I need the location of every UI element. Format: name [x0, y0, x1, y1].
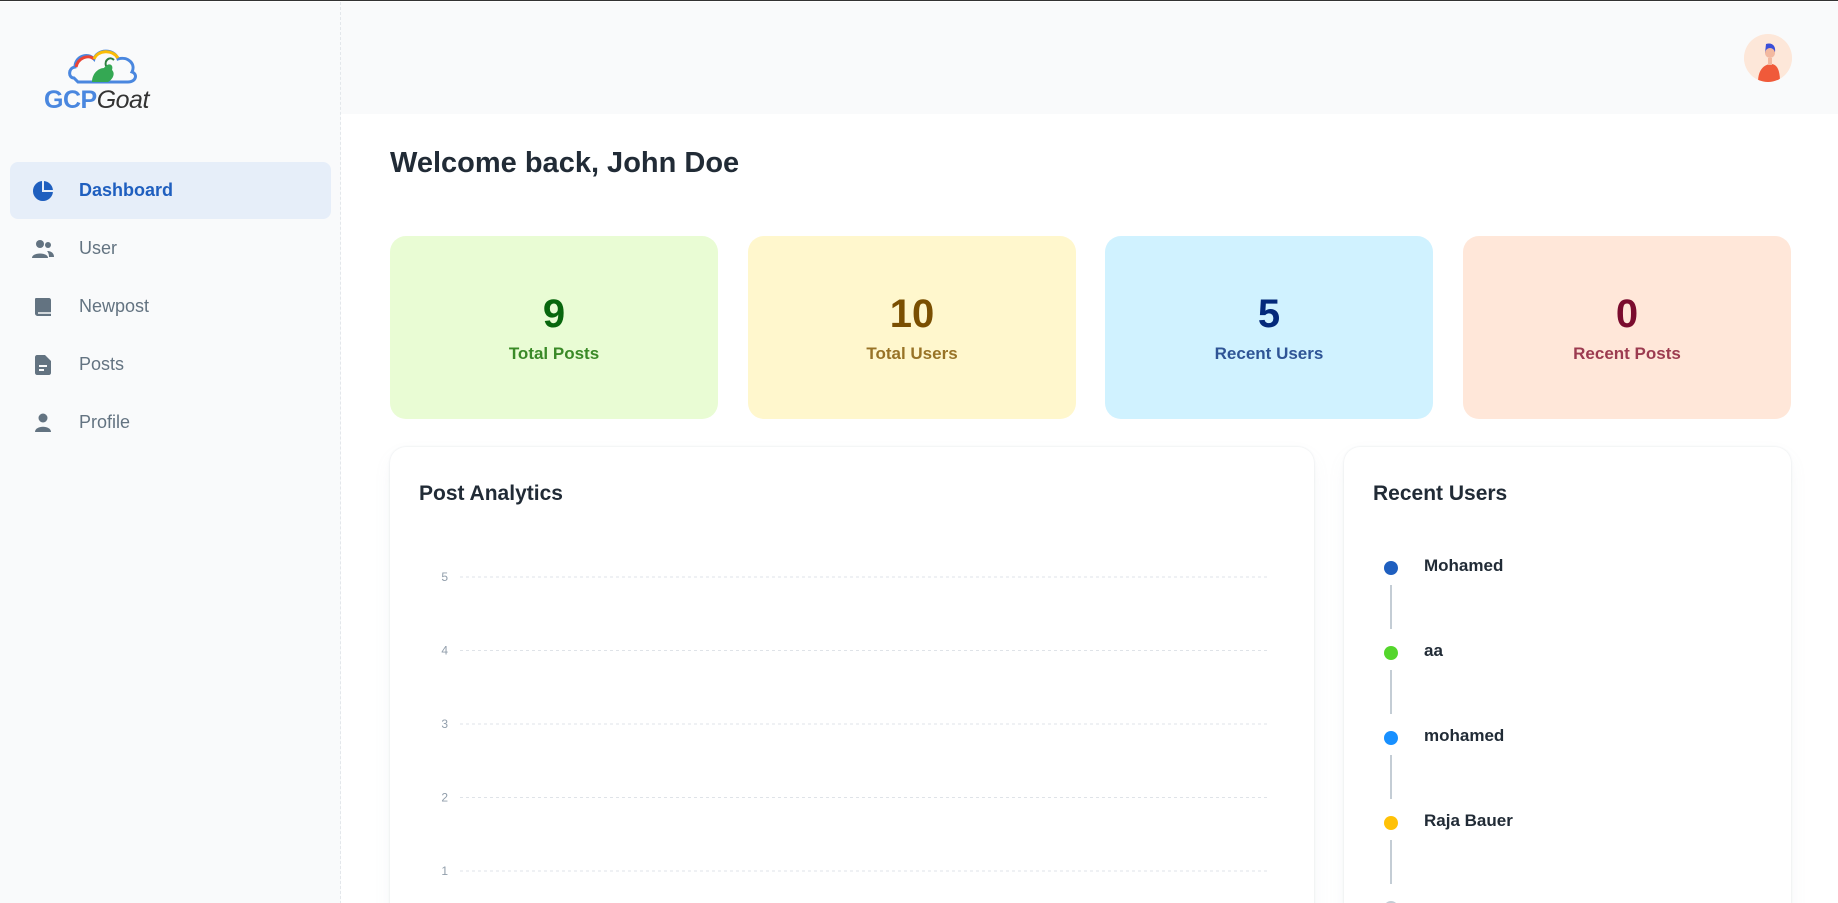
stat-value: 5: [1257, 291, 1281, 336]
timeline-dot: [1384, 646, 1398, 660]
logo-gcp: GCP: [44, 86, 97, 114]
users-icon: [31, 237, 55, 261]
sidebar: GCPGoat Dashboard User Newpost Posts Pro…: [0, 2, 341, 903]
stat-label: Total Users: [866, 343, 958, 363]
cloud-goat-icon: [68, 49, 137, 84]
timeline-connector: [1390, 670, 1392, 714]
y-tick-label: 1: [441, 864, 448, 878]
y-tick-label: 2: [441, 791, 448, 805]
logo-goat: Goat: [96, 86, 150, 114]
user-avatar-icon[interactable]: [1744, 34, 1792, 82]
file-text-icon: [31, 353, 55, 377]
timeline-dot: [1384, 561, 1398, 575]
stat-card-total-users: 10 Total Users: [748, 236, 1076, 419]
post-analytics-chart: 5 4 3 2 1: [441, 570, 1270, 878]
pie-chart-icon: [31, 179, 55, 203]
book-icon: [31, 295, 55, 319]
welcome-heading: Welcome back, John Doe: [390, 147, 740, 179]
y-tick-label: 3: [441, 717, 448, 731]
sidebar-item-dashboard[interactable]: Dashboard: [10, 162, 331, 219]
timeline-user-name: Raja Bauer: [1424, 811, 1513, 830]
timeline-dot: [1384, 816, 1398, 830]
sidebar-item-posts[interactable]: Posts: [10, 336, 331, 393]
stat-value: 9: [542, 291, 566, 336]
timeline-user-name: aa: [1424, 641, 1443, 660]
timeline-user-name: Mohamed: [1424, 556, 1504, 575]
sidebar-item-label: Newpost: [79, 296, 150, 316]
stat-value: 10: [889, 291, 935, 336]
y-tick-label: 4: [441, 644, 448, 658]
top-header: [341, 2, 1838, 114]
stat-card-total-posts: 9 Total Posts: [390, 236, 718, 419]
person-icon: [31, 411, 55, 435]
timeline-connector: [1390, 840, 1392, 884]
stat-card-recent-users: 5 Recent Users: [1105, 236, 1433, 419]
stat-label: Recent Posts: [1573, 343, 1681, 363]
logo-text: GCPGoat: [44, 86, 149, 115]
sidebar-item-label: Posts: [79, 354, 125, 374]
sidebar-item-user[interactable]: User: [10, 220, 331, 277]
post-analytics-card: Post Analytics 54321: [390, 447, 1314, 903]
stat-value: 0: [1615, 291, 1639, 336]
sidebar-item-label: Profile: [79, 412, 131, 432]
sidebar-nav: Dashboard User Newpost Posts Profile: [10, 162, 331, 452]
stat-label: Total Posts: [508, 343, 600, 363]
timeline-connector: [1390, 755, 1392, 799]
stat-card-recent-posts: 0 Recent Posts: [1463, 236, 1791, 419]
card-title: Recent Users: [1373, 482, 1508, 505]
timeline-connector: [1390, 585, 1392, 629]
sidebar-item-label: Dashboard: [79, 180, 174, 200]
recent-users-card: Recent Users Mohamed aa mohamed Raja Bauer: [1344, 447, 1791, 903]
stat-label: Recent Users: [1214, 343, 1324, 363]
sidebar-item-newpost[interactable]: Newpost: [10, 278, 331, 335]
sidebar-item-label: User: [79, 238, 118, 258]
timeline-dot: [1384, 731, 1398, 745]
gcpgoat-logo[interactable]: GCPGoat: [44, 44, 164, 114]
timeline-user-name: mohamed: [1424, 726, 1505, 745]
sidebar-item-profile[interactable]: Profile: [10, 394, 331, 451]
y-tick-label: 5: [441, 570, 448, 584]
